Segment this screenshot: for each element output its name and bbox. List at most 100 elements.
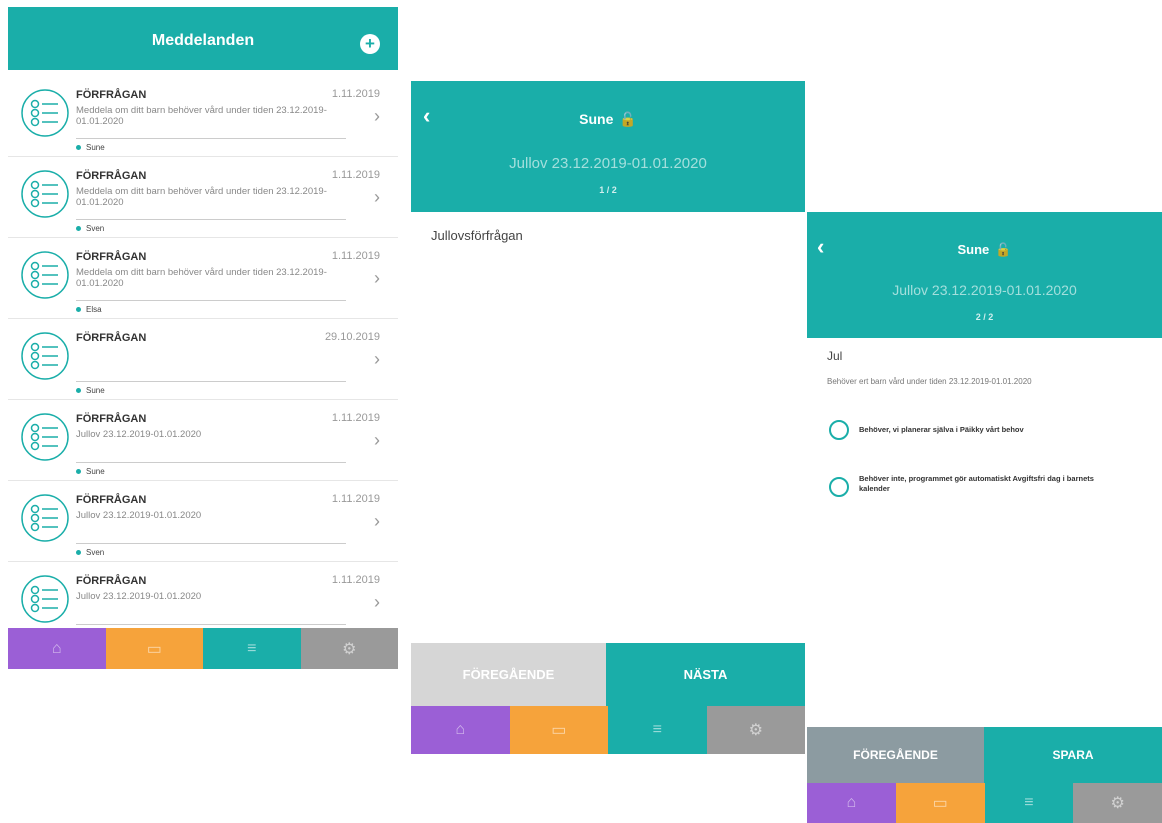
- request-title: Jullovsförfrågan: [431, 228, 523, 243]
- question-heading: Jul: [827, 349, 843, 363]
- divider: [76, 462, 346, 463]
- messages-icon[interactable]: ≡: [203, 628, 301, 669]
- child-tag: Sune: [76, 467, 105, 476]
- message-row[interactable]: FÖRFRÅGAN 1.11.2019 Jullov 23.12.2019-01.0…: [8, 400, 398, 481]
- settings-icon[interactable]: ⚙: [706, 706, 805, 754]
- messages-header: Meddelanden +: [8, 7, 398, 70]
- calendar-icon[interactable]: ▭: [509, 706, 608, 754]
- child-name: Sven: [86, 548, 105, 557]
- home-icon[interactable]: ⌂: [411, 706, 510, 754]
- radio-button[interactable]: [829, 477, 849, 497]
- message-date: 1.11.2019: [331, 412, 380, 424]
- next-button[interactable]: NÄSTA: [606, 643, 805, 706]
- lock-icon: 🔓: [995, 242, 1012, 257]
- lock-icon: 🔓: [619, 111, 637, 127]
- save-button[interactable]: SPARA: [984, 727, 1162, 783]
- request-list-icon: [20, 493, 70, 543]
- child-name: Sune: [86, 143, 105, 152]
- message-date: 1.11.2019: [331, 88, 380, 100]
- calendar-icon[interactable]: ▭: [895, 783, 985, 823]
- child-name: Sune: [86, 467, 105, 476]
- message-type: FÖRFRÅGAN: [76, 413, 147, 425]
- message-type: FÖRFRÅGAN: [76, 494, 147, 506]
- dot-icon: [76, 388, 81, 394]
- tab-bar: ⌂ ▭ ≡ ⚙: [8, 628, 398, 669]
- settings-icon[interactable]: ⚙: [300, 628, 398, 669]
- settings-icon[interactable]: ⚙: [1073, 783, 1162, 823]
- message-row[interactable]: FÖRFRÅGAN 1.11.2019 Meddela om ditt barn b…: [8, 238, 398, 319]
- message-preview: Meddela om ditt barn behöver vård under …: [76, 105, 327, 127]
- page-indicator: 2 / 2: [975, 312, 994, 322]
- message-type: FÖRFRÅGAN: [76, 170, 147, 182]
- message-date: 1.11.2019: [331, 250, 380, 262]
- request-list-icon: [20, 169, 70, 219]
- chevron-right-icon: ›: [374, 187, 380, 207]
- messages-icon[interactable]: ≡: [608, 706, 707, 754]
- messages-icon[interactable]: ≡: [984, 783, 1074, 823]
- home-icon[interactable]: ⌂: [8, 628, 106, 669]
- dot-icon: [76, 469, 81, 475]
- message-preview: Meddela om ditt barn behöver vård under …: [76, 186, 327, 208]
- dot-icon: [76, 226, 81, 232]
- dot-icon: [76, 550, 81, 556]
- option-label: Behöver inte, programmet gör automatiskt…: [859, 474, 1094, 493]
- child-tag: Sven: [76, 548, 104, 557]
- message-row[interactable]: FÖRFRÅGAN 1.11.2019 Jullov 23.12.2019-01.0…: [8, 562, 398, 628]
- message-preview: Jullov 23.12.2019-01.01.2020: [76, 510, 202, 521]
- detail-header: ‹ Sune 🔓 Jullov 23.12.2019-01.01.2020 1 /…: [411, 81, 805, 212]
- message-row[interactable]: FÖRFRÅGAN 1.11.2019 Meddela om ditt barn b…: [8, 157, 398, 238]
- message-type: FÖRFRÅGAN: [76, 332, 147, 344]
- request-detail-screen-1: ‹ Sune 🔓 Jullov 23.12.2019-01.01.2020 1 /…: [411, 81, 805, 754]
- divider: [76, 219, 346, 220]
- home-icon[interactable]: ⌂: [807, 783, 896, 823]
- message-date: 1.11.2019: [331, 493, 380, 505]
- message-date: 1.11.2019: [331, 169, 380, 181]
- messages-screen: Meddelanden + FÖRFRÅGAN 1.11.2019 Meddela …: [8, 7, 398, 669]
- request-detail-screen-2: ‹ Sune 🔓 Jullov 23.12.2019-01.01.2020 2 /…: [807, 212, 1162, 823]
- message-type: FÖRFRÅGAN: [76, 89, 147, 101]
- child-tag: Sune: [76, 386, 105, 395]
- message-date: 29.10.2019: [324, 331, 380, 343]
- page-title: Meddelanden: [151, 32, 255, 49]
- message-row[interactable]: FÖRFRÅGAN 1.11.2019 Meddela om ditt barn b…: [8, 76, 398, 157]
- calendar-icon[interactable]: ▭: [105, 628, 203, 669]
- message-type: FÖRFRÅGAN: [76, 575, 147, 587]
- tab-bar: ⌂ ▭ ≡ ⚙: [807, 783, 1162, 823]
- tab-bar: ⌂ ▭ ≡ ⚙: [411, 706, 805, 754]
- chevron-right-icon: ›: [374, 430, 380, 450]
- child-name: Sune: [579, 111, 614, 127]
- option-needs-care[interactable]: Behöver, vi planerar själva i Päikky vår…: [829, 420, 1152, 444]
- dot-icon: [76, 145, 81, 151]
- divider: [76, 381, 346, 382]
- chevron-right-icon: ›: [374, 106, 380, 126]
- option-no-care[interactable]: Behöver inte, programmet gör automatiskt…: [829, 474, 1152, 504]
- child-name: Sven: [86, 224, 105, 233]
- request-list-icon: [20, 88, 70, 138]
- page-indicator: 1 / 2: [599, 185, 617, 195]
- period-subtitle: Jullov 23.12.2019-01.01.2020: [892, 282, 1077, 298]
- request-list-icon: [20, 331, 70, 381]
- child-tag: Elsa: [76, 305, 102, 314]
- request-list-icon: [20, 412, 70, 462]
- divider: [76, 300, 346, 301]
- radio-button[interactable]: [829, 420, 849, 440]
- option-label: Behöver, vi planerar själva i Päikky vår…: [859, 425, 1024, 434]
- request-list-icon: [20, 250, 70, 300]
- divider: [76, 624, 346, 625]
- divider: [76, 138, 346, 139]
- plus-icon[interactable]: +: [360, 34, 380, 54]
- detail-header: ‹ Sune 🔓 Jullov 23.12.2019-01.01.2020 2 /…: [807, 212, 1162, 338]
- message-date: 1.11.2019: [331, 574, 380, 586]
- question-text: Behöver ert barn vård under tiden 23.12.…: [827, 377, 1032, 386]
- chevron-right-icon: ›: [374, 268, 380, 288]
- previous-button[interactable]: FÖREGÅENDE: [807, 727, 984, 783]
- request-list-icon: [20, 574, 70, 624]
- message-row[interactable]: FÖRFRÅGAN 1.11.2019 Jullov 23.12.2019-01.0…: [8, 481, 398, 562]
- message-preview: Meddela om ditt barn behöver vård under …: [76, 267, 327, 289]
- child-name: Elsa: [86, 305, 102, 314]
- previous-button[interactable]: FÖREGÅENDE: [411, 643, 606, 706]
- child-tag: Sven: [76, 224, 104, 233]
- chevron-right-icon: ›: [374, 511, 380, 531]
- message-row[interactable]: FÖRFRÅGAN 29.10.2019 › Sune: [8, 319, 398, 400]
- child-tag: Sune: [76, 143, 105, 152]
